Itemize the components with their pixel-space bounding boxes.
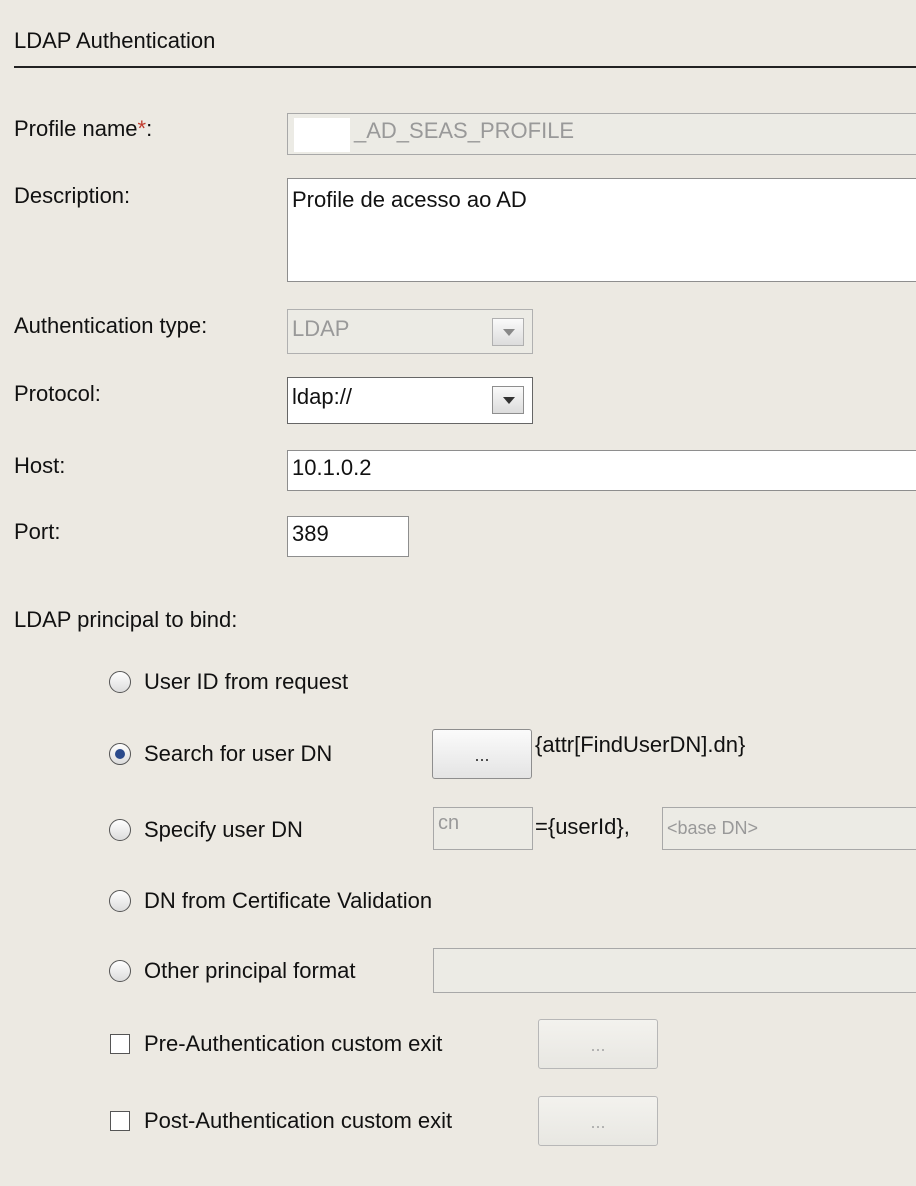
option-specify-label: Specify user DN bbox=[144, 817, 303, 842]
auth-type-label: Authentication type: bbox=[14, 313, 208, 338]
radio-search-for-user-dn[interactable] bbox=[109, 743, 131, 765]
search-user-dn-button[interactable]: ... bbox=[432, 729, 532, 779]
radio-other-principal-format[interactable] bbox=[109, 960, 131, 982]
auth-type-value: LDAP bbox=[292, 316, 350, 341]
pre-auth-exit-checkbox[interactable] bbox=[110, 1034, 130, 1054]
radio-dn-from-certificate[interactable] bbox=[109, 890, 131, 912]
chevron-down-icon bbox=[492, 386, 524, 414]
radio-specify-user-dn[interactable] bbox=[109, 819, 131, 841]
description-label: Description: bbox=[14, 183, 131, 208]
base-dn-field[interactable]: <base DN> bbox=[662, 807, 916, 850]
port-label: Port: bbox=[14, 519, 61, 544]
port-field[interactable]: 389 bbox=[287, 516, 409, 557]
post-auth-exit-checkbox[interactable] bbox=[110, 1111, 130, 1131]
post-auth-exit-label: Post-Authentication custom exit bbox=[144, 1108, 453, 1133]
host-label: Host: bbox=[14, 453, 66, 478]
specify-suffix-text: ={userId}, bbox=[535, 814, 630, 839]
option-user-id-label: User ID from request bbox=[144, 669, 349, 694]
other-principal-field[interactable] bbox=[433, 948, 916, 993]
profile-name-value: _AD_SEAS_PROFILE bbox=[354, 118, 575, 143]
title-divider bbox=[14, 66, 916, 68]
required-mark: * bbox=[137, 116, 147, 141]
option-other-label: Other principal format bbox=[144, 958, 356, 983]
principal-label: LDAP principal to bind: bbox=[14, 607, 238, 632]
search-user-dn-value: {attr[FindUserDN].dn} bbox=[535, 732, 746, 757]
pre-auth-exit-button[interactable]: ... bbox=[538, 1019, 658, 1069]
protocol-label: Protocol: bbox=[14, 381, 101, 406]
option-search-label: Search for user DN bbox=[144, 741, 333, 766]
protocol-value: ldap:// bbox=[292, 384, 352, 409]
section-title: LDAP Authentication bbox=[14, 28, 216, 53]
host-field[interactable]: 10.1.0.2 bbox=[287, 450, 916, 491]
radio-user-id-from-request[interactable] bbox=[109, 671, 131, 693]
protocol-select[interactable]: ldap:// bbox=[287, 377, 533, 424]
description-field[interactable]: Profile de acesso ao AD bbox=[287, 178, 916, 282]
pre-auth-exit-label: Pre-Authentication custom exit bbox=[144, 1031, 443, 1056]
profile-name-field[interactable]: _AD_SEAS_PROFILE bbox=[287, 113, 916, 155]
redaction-block bbox=[294, 118, 350, 152]
post-auth-exit-button[interactable]: ... bbox=[538, 1096, 658, 1146]
auth-type-select[interactable]: LDAP bbox=[287, 309, 533, 354]
profile-name-label: Profile name*: bbox=[14, 116, 153, 141]
specify-attr-field[interactable]: cn bbox=[433, 807, 533, 850]
chevron-down-icon bbox=[492, 318, 524, 346]
option-certificate-label: DN from Certificate Validation bbox=[144, 888, 433, 913]
